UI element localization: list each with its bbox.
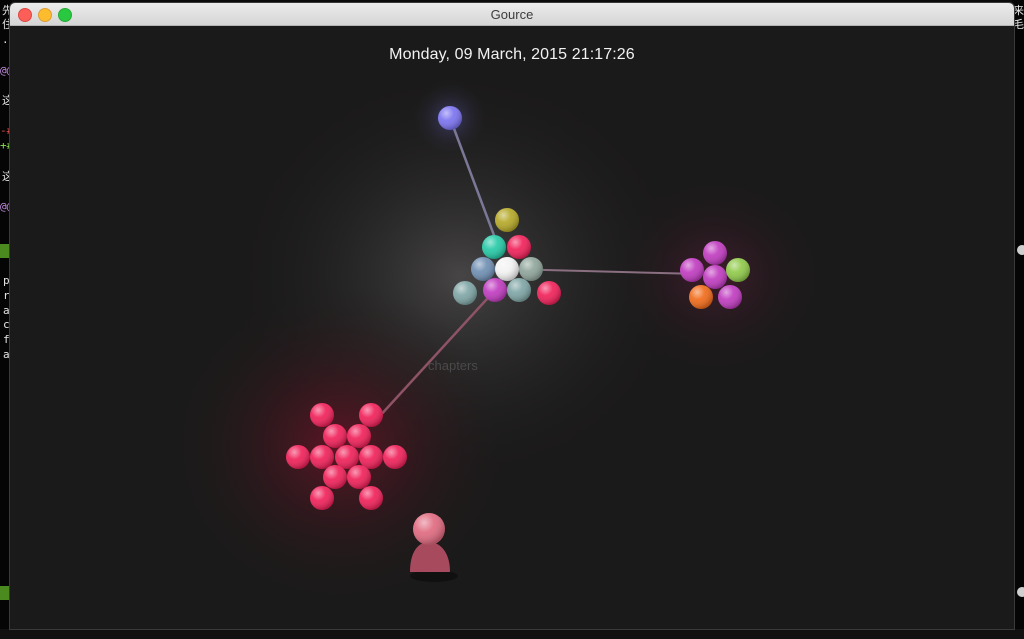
terminal-fragment: p (3, 274, 10, 287)
terminal-fragment: c (3, 318, 10, 331)
terminal-fragment: · (2, 36, 9, 49)
timestamp-label: Monday, 09 March, 2015 21:17:26 (389, 46, 635, 63)
terminal-fragment: f (3, 333, 10, 346)
directory-label-chapters: chapters (428, 358, 478, 373)
gource-graph (170, 66, 825, 606)
scroll-marker (1017, 245, 1024, 255)
window-titlebar[interactable]: Gource (10, 3, 1014, 26)
background-terminal-bottom (0, 629, 1024, 639)
scroll-marker (1017, 587, 1024, 597)
terminal-fragment: r (3, 289, 10, 302)
terminal-fragment: a (3, 348, 10, 361)
window-title: Gource (490, 7, 534, 22)
terminal-tag (0, 244, 10, 258)
gource-window[interactable]: Gource Monday, 09 March, 2015 21:17:26 c… (10, 3, 1014, 629)
visualization-canvas[interactable]: Monday, 09 March, 2015 21:17:26 chapters (10, 26, 1014, 629)
terminal-fragment: a (3, 304, 10, 317)
terminal-tag (0, 586, 10, 600)
